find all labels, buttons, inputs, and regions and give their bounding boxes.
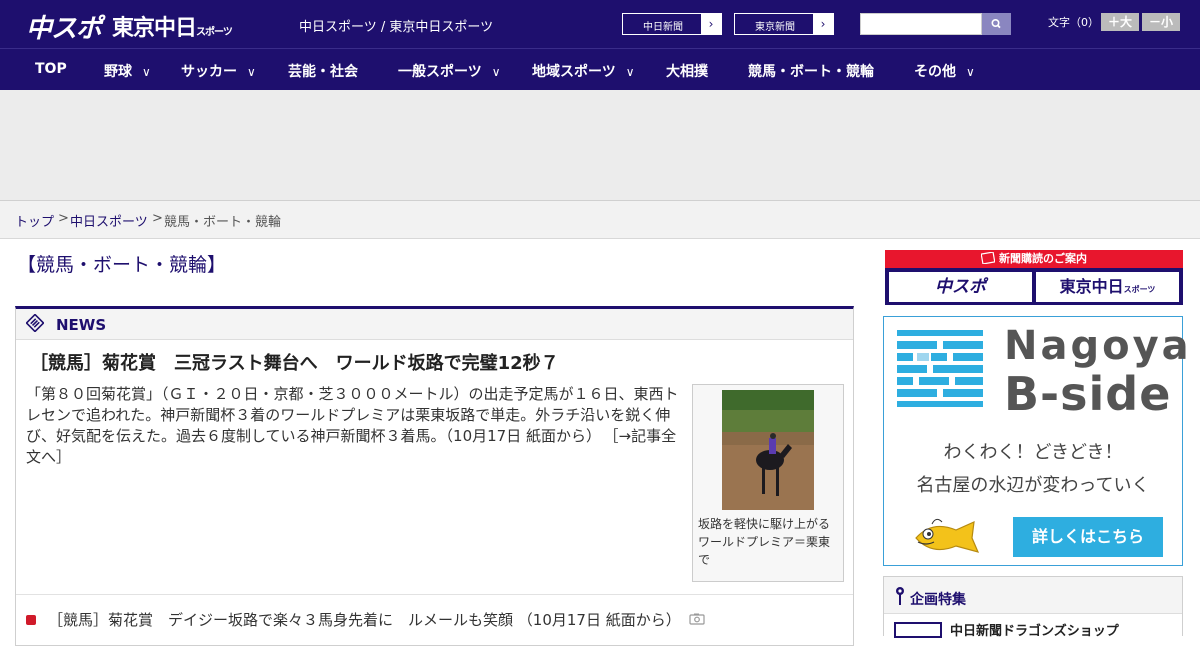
chevron-down-icon: ∨ [142, 65, 151, 79]
tokyo-logo-text: 東京中日 [112, 16, 197, 41]
chevron-down-icon: ∨ [966, 65, 975, 79]
nav-label: その他 [914, 64, 956, 80]
bside-details-button[interactable]: 詳しくはこちら [1013, 517, 1163, 557]
subscription-header: 新聞購読のご案内 [885, 250, 1183, 268]
tokyo-logo-small: スポーツ [196, 27, 233, 38]
chevron-down-icon: ∨ [625, 65, 635, 79]
divider [16, 594, 853, 595]
news-list-item[interactable]: ［競馬］菊花賞 デイジー坂路で楽々３馬身先着に ルメールも笑顔 （10月17日 … [26, 609, 705, 630]
breadcrumb-current: 競馬・ボート・競輪 [164, 215, 282, 230]
search-input[interactable] [860, 13, 982, 35]
font-size-label: 文字（0） [1048, 16, 1099, 29]
top-bar: 中スポ 東京中日スポーツ 中日スポーツ / 東京中日スポーツ 中日新聞 › 東京… [0, 0, 1200, 48]
feature-section: 企画特集 中日新聞ドラゴンズショップ [883, 576, 1183, 639]
font-bigger-button[interactable]: ＋大 [1101, 13, 1139, 31]
nav-item-soccer[interactable]: サッカー ∨ [181, 61, 256, 81]
news-lead: 「第８０回菊花賞」（ＧＩ・２０日・京都・芝３０００メートル）の出走予定馬が１６日… [26, 384, 684, 468]
bside-line-1: わくわく！どきどき！ [943, 442, 1123, 463]
subscribe-tokyo-button[interactable]: 東京中日スポーツ [1036, 272, 1179, 302]
breadcrumb: トップ > 中日スポーツ > 競馬・ボート・競輪 [0, 201, 1200, 239]
chevron-down-icon: ∨ [247, 65, 256, 79]
font-smaller-button[interactable]: －小 [1142, 13, 1180, 31]
news-header: NEWS [16, 309, 853, 340]
bullet-icon [26, 615, 36, 625]
nav-item-other[interactable]: その他 ∨ [914, 61, 975, 81]
subscribe-tokyo-text: 東京中日 [1059, 277, 1124, 296]
breadcrumb-top[interactable]: トップ [15, 215, 54, 230]
nav-label: 一般スポーツ [398, 64, 482, 80]
nav-label: 地域スポーツ [532, 64, 616, 80]
news-lead-text: 「第８０回菊花賞」（ＧＩ・２０日・京都・芝３０００メートル）の出走予定馬が１６日… [26, 385, 679, 445]
brick-wall-icon [897, 330, 983, 407]
chevron-right-icon: › [813, 14, 833, 34]
subscription-box: 新聞購読のご案内 中スポ 東京中日スポーツ [885, 250, 1183, 305]
nav-item-sumo[interactable]: 大相撲 [666, 61, 708, 81]
nav-label: 野球 [104, 64, 132, 80]
nav-item-general-sports[interactable]: 一般スポーツ ∨ [398, 61, 501, 81]
nagoya-bside-banner[interactable]: Nagoya B-side わくわく！どきどき！ 名古屋の水辺が変わっていく 詳… [883, 316, 1189, 566]
feature-thumbnail [894, 622, 942, 638]
pin-icon [896, 587, 904, 605]
news-list-item-text: ［競馬］菊花賞 デイジー坂路で楽々３馬身先着に ルメールも笑顔 （10月17日 … [48, 611, 681, 629]
chunichi-shimbun-label: 中日新聞 [643, 22, 683, 33]
ad-area [0, 90, 1200, 201]
site-tagline: 中日スポーツ / 東京中日スポーツ [299, 20, 494, 35]
tokyo-shimbun-label: 東京新聞 [755, 22, 795, 33]
subscription-header-text: 新聞購読のご案内 [999, 252, 1087, 265]
nav-label: 競馬・ボート・競輪 [748, 64, 874, 80]
nav-item-entertainment[interactable]: 芸能・社会 [288, 61, 358, 81]
bside-title-2: B-side [1004, 367, 1172, 421]
nav-label: 大相撲 [666, 64, 708, 80]
news-photo[interactable]: 坂路を軽快に駆け上がるワールドプレミア＝栗東で [692, 384, 844, 582]
nav-label: 芸能・社会 [288, 64, 358, 80]
newspaper-icon [26, 314, 44, 332]
feature-header: 企画特集 [910, 592, 966, 608]
nav-item-local-sports[interactable]: 地域スポーツ ∨ [532, 61, 635, 81]
nav-item-baseball[interactable]: 野球 ∨ [104, 61, 151, 81]
newspaper-icon [980, 251, 996, 265]
breadcrumb-chunichi-sports[interactable]: 中日スポーツ [70, 215, 148, 230]
chevron-right-icon: › [701, 14, 721, 34]
feature-item[interactable]: 中日新聞ドラゴンズショップ [884, 613, 1182, 639]
search-icon [991, 19, 1001, 29]
breadcrumb-separator: > [152, 211, 163, 226]
chevron-down-icon: ∨ [491, 65, 501, 79]
nav-label: TOP [35, 61, 67, 77]
subscribe-chuspo-button[interactable]: 中スポ [889, 272, 1032, 302]
nav-item-top[interactable]: TOP [35, 61, 67, 77]
tokyo-shimbun-link[interactable]: 東京新聞 › [734, 13, 834, 35]
chuspo-logo[interactable]: 中スポ [26, 8, 102, 45]
nav-item-keiba[interactable]: 競馬・ボート・競輪 [748, 61, 874, 81]
page-title: 【競馬・ボート・競輪】 [17, 254, 227, 276]
main-nav: TOP 野球 ∨ サッカー ∨ 芸能・社会 一般スポーツ ∨ 地域スポーツ ∨ 大相撲 … [0, 48, 1200, 91]
news-section: NEWS ［競馬］菊花賞 三冠ラスト舞台へ ワールド坂路で完璧12秒７ 「第８０… [15, 306, 854, 646]
photo-caption: 坂路を軽快に駆け上がるワールドプレミア＝栗東で [698, 517, 831, 567]
chunichi-shimbun-link[interactable]: 中日新聞 › [622, 13, 722, 35]
bside-line-2: 名古屋の水辺が変わっていく [916, 475, 1150, 496]
camera-icon [689, 613, 705, 628]
subscribe-tokyo-small: スポーツ [1123, 285, 1156, 294]
breadcrumb-separator: > [58, 211, 69, 226]
news-headline[interactable]: ［競馬］菊花賞 三冠ラスト舞台へ ワールド坂路で完璧12秒７ [30, 349, 559, 375]
nav-label: サッカー [181, 64, 237, 80]
search-button[interactable] [982, 13, 1011, 35]
mascot-fish-icon [915, 518, 980, 553]
horse-photo [722, 390, 814, 510]
bside-title-1: Nagoya [1004, 323, 1192, 369]
tokyo-chunichi-logo[interactable]: 東京中日スポーツ [112, 10, 233, 42]
news-section-title: NEWS [56, 316, 107, 334]
